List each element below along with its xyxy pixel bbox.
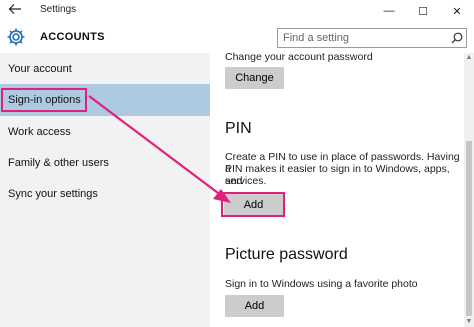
search-icon[interactable] [448,29,466,47]
sidebar-item-sync-settings[interactable]: Sync your settings [0,178,210,210]
sidebar-item-label: Family & other users [8,157,109,169]
maximize-button[interactable]: ☐ [406,0,440,22]
search-input[interactable] [278,29,448,47]
pin-description-line-3: services. [225,175,267,187]
main-content: Change your account password Change PIN … [210,51,464,327]
title-bar: Settings — ☐ ✕ [0,0,474,22]
page-title: ACCOUNTS [40,31,105,43]
sidebar-item-work-access[interactable]: Work access [0,116,210,148]
sidebar-item-family-other-users[interactable]: Family & other users [0,147,210,179]
scroll-thumb[interactable] [466,141,472,316]
page-header: ACCOUNTS [0,22,474,53]
sidebar-item-your-account[interactable]: Your account [0,53,210,85]
change-password-button[interactable]: Change [225,67,284,89]
annotation-highlight-box [1,88,87,112]
gear-icon [6,27,26,47]
picture-password-heading: Picture password [225,246,348,263]
add-picture-password-button[interactable]: Add [225,295,284,317]
scroll-down-icon[interactable]: ▼ [464,317,474,327]
sidebar-item-label: Your account [8,63,72,75]
annotation-highlight-box [221,192,285,217]
app-title: Settings [40,4,77,15]
back-arrow-icon[interactable] [6,3,24,19]
sidebar-item-label: Work access [8,126,71,138]
sidebar-item-label: Sync your settings [8,188,98,200]
password-description: Change your account password [225,51,373,63]
sidebar: Your account Sign-in options Work access… [0,53,210,327]
scroll-up-icon[interactable]: ▲ [464,53,474,63]
close-button[interactable]: ✕ [440,0,474,22]
scrollbar[interactable]: ▲ ▼ [464,53,474,327]
minimize-button[interactable]: — [372,0,406,22]
window-controls: — ☐ ✕ [372,0,474,22]
settings-window: Settings — ☐ ✕ ACCOUNTS Find a setting Y… [0,0,474,327]
picture-password-description: Sign in to Windows using a favorite phot… [225,278,418,290]
pin-heading: PIN [225,120,252,137]
search-box[interactable] [277,28,467,48]
